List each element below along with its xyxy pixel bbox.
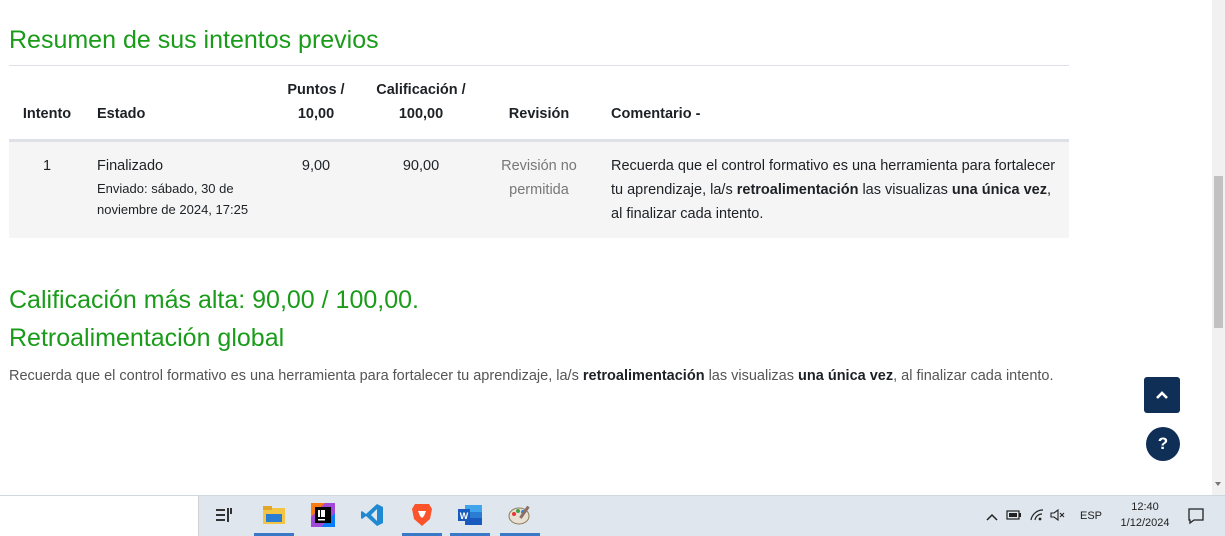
cell-calificacion: 90,00 [363,140,479,238]
col-calificacion-line1: Calificación / [376,82,466,98]
col-comentario: Comentario - [611,106,701,122]
feedback-part-b: retroalimentación [582,368,705,384]
cell-estado: Finalizado Enviado: sábado, 30 de noviem… [85,140,269,238]
feedback-heading: Retroalimentación global [9,324,285,352]
feedback-part-d: una única vez [798,368,894,384]
comment-part-d: una única vez [951,182,1047,198]
volume-muted-icon[interactable] [1050,508,1066,524]
table-header-row: Intento Estado Puntos / 10,00 Calificaci… [9,72,1069,141]
cell-puntos: 9,00 [269,140,363,238]
divider [9,65,1069,66]
chevron-up-tray-icon[interactable] [986,509,998,524]
enviado-text: Enviado: sábado, 30 de noviembre de 2024… [97,181,249,217]
clock-date: 1/12/2024 [1120,517,1170,529]
col-estado: Estado [97,106,146,122]
scrollbar-thumb[interactable] [1214,176,1223,328]
col-revision: Revisión [508,106,570,122]
task-view-icon[interactable] [211,502,237,528]
back-to-top-button[interactable] [1144,377,1180,413]
language-indicator[interactable]: ESP [1080,510,1102,522]
word-icon[interactable]: W [457,502,483,528]
page-scrollbar[interactable] [1212,0,1225,495]
page: Resumen de sus intentos previos Intento … [0,0,1212,495]
col-puntos: Puntos / 10,00 [269,72,363,141]
table-row: 1 Finalizado Enviado: sábado, 30 de novi… [9,140,1069,238]
feedback-text: Recuerda que el control formativo es una… [9,364,1069,388]
feedback-part-e: , al finalizar cada intento. [893,368,1054,384]
estado-text: Finalizado [97,158,164,174]
col-calificacion: Calificación / 100,00 [363,72,479,141]
chevron-up-icon [1156,391,1168,399]
windows-taskbar: W ESP 12:40 1/12/2024 [0,495,1225,536]
cell-revision: Revisión no permitida [479,140,599,238]
feedback-part-c: las visualizas [704,368,799,384]
scroll-down-arrow-icon[interactable] [1215,482,1221,486]
col-puntos-line1: Puntos / [287,82,345,98]
notifications-icon[interactable] [1187,507,1205,530]
help-button[interactable]: ? [1146,427,1180,461]
battery-icon[interactable] [1006,509,1022,523]
summary-heading: Resumen de sus intentos previos [9,26,379,54]
taskbar-search-box[interactable] [0,496,199,536]
col-calificacion-line2: 100,00 [398,106,444,122]
intellij-icon[interactable] [310,502,336,528]
system-tray: ESP [986,496,1102,536]
clock-time: 12:40 [1131,501,1159,513]
paint-icon[interactable] [507,502,533,528]
cell-intento: 1 [9,140,85,238]
cell-comentario: Recuerda que el control formativo es una… [599,140,1069,238]
taskbar-clock[interactable]: 12:40 1/12/2024 [1114,499,1176,531]
comment-part-b: retroalimentación [736,182,859,198]
vscode-icon[interactable] [359,502,385,528]
attempts-table: Intento Estado Puntos / 10,00 Calificaci… [9,72,1069,238]
feedback-part-a: Recuerda que el control formativo es una… [9,368,583,384]
wifi-icon[interactable] [1030,508,1044,524]
col-puntos-line2: 10,00 [297,106,335,122]
col-intento: Intento [22,106,72,122]
best-grade-heading: Calificación más alta: 90,00 / 100,00. [9,286,419,314]
file-explorer-icon[interactable] [261,502,287,528]
brave-icon[interactable] [409,502,435,528]
svg-text:W: W [460,511,469,521]
comment-part-c: las visualizas [858,182,952,198]
